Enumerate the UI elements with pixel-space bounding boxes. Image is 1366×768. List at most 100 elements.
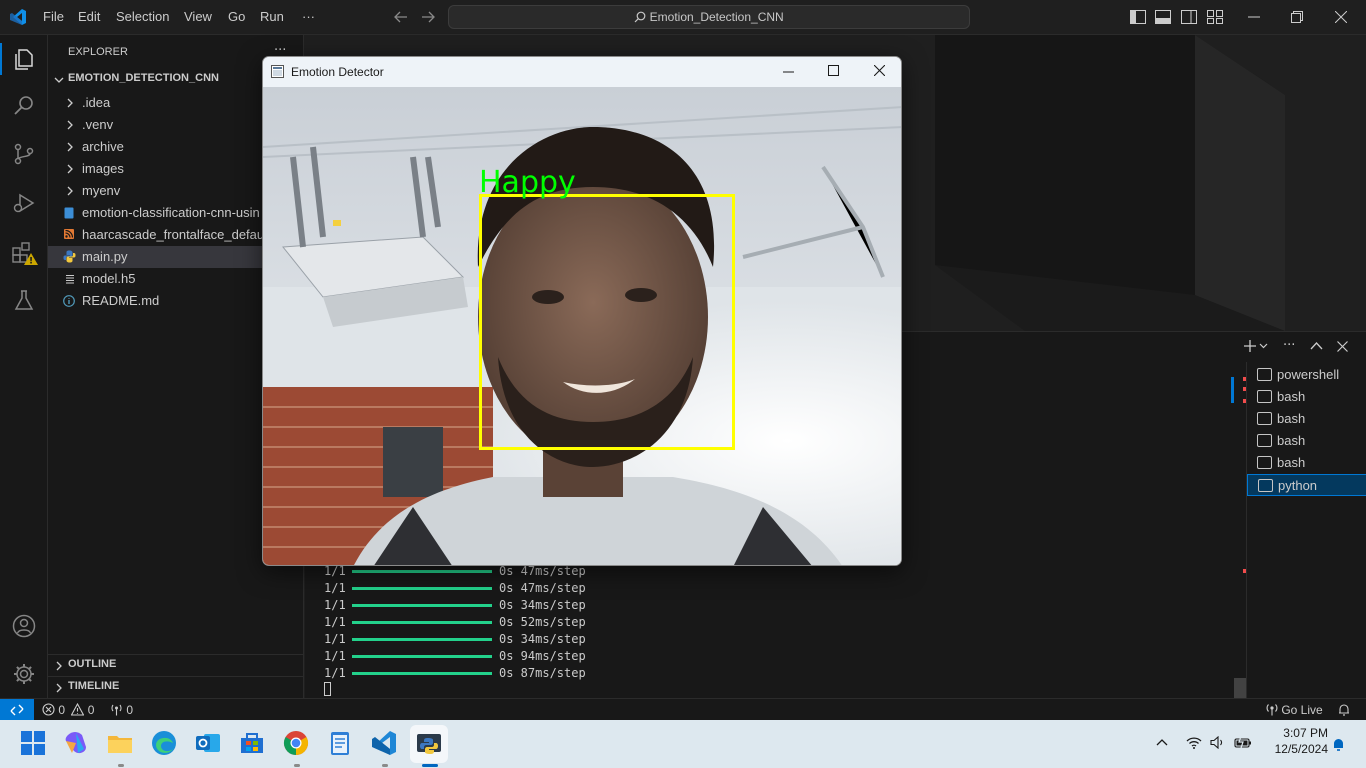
log-line: 1/1 0s 34ms/step: [324, 598, 586, 612]
testing-flask-icon[interactable]: [12, 288, 36, 312]
battery-icon[interactable]: [1234, 736, 1252, 749]
ports-count: 0: [126, 703, 134, 717]
edge-icon[interactable]: [150, 729, 180, 759]
timeline-section[interactable]: TIMELINE: [48, 676, 303, 698]
terminal-icon: [1257, 368, 1272, 381]
chevron-right-icon: [67, 186, 73, 196]
chevron-right-icon: [67, 120, 73, 130]
log-line: 1/1 0s 87ms/step: [324, 666, 586, 680]
clock-date: 12/5/2024: [1274, 742, 1328, 756]
chrome-icon[interactable]: [282, 729, 312, 759]
log-line: 1/1 0s 34ms/step: [324, 632, 586, 646]
webcam-feed: Happy: [263, 87, 901, 565]
search-label: Emotion_Detection_CNN: [649, 10, 784, 24]
chevron-right-icon: [67, 164, 73, 174]
menu-run[interactable]: Run: [260, 9, 284, 24]
emotion-label: Happy: [479, 165, 576, 200]
explorer-icon[interactable]: [12, 47, 36, 71]
search-icon[interactable]: [12, 93, 36, 117]
file-explorer-icon[interactable]: [106, 729, 136, 759]
window-titlebar[interactable]: Emotion Detector: [263, 57, 901, 87]
restore-icon[interactable]: [1291, 11, 1303, 23]
window-app-icon: [271, 65, 284, 78]
terminal-icon: [1258, 479, 1273, 492]
menu-go[interactable]: Go: [228, 9, 245, 24]
progress-bar: [352, 570, 492, 573]
terminal-tab-bash[interactable]: bash: [1247, 430, 1366, 452]
log-line: 1/1 0s 52ms/step: [324, 615, 586, 629]
remote-indicator-button[interactable]: [0, 699, 34, 721]
progress-bar: [352, 638, 492, 641]
toggle-sidebar-icon[interactable]: [1130, 10, 1146, 24]
extensions-icon[interactable]: !: [12, 240, 38, 266]
progress-bar: [352, 587, 492, 590]
menu-more[interactable]: ···: [302, 9, 315, 24]
terminal-tab-python[interactable]: python: [1247, 474, 1366, 496]
close-panel-icon[interactable]: [1337, 341, 1348, 352]
command-center-search[interactable]: Emotion_Detection_CNN: [448, 5, 970, 29]
tree-item-label: archive: [82, 139, 124, 154]
toggle-panel-icon[interactable]: [1155, 10, 1171, 24]
terminal-tab-bash[interactable]: bash: [1247, 408, 1366, 430]
account-icon[interactable]: [12, 614, 36, 638]
terminal-tab-powershell[interactable]: powershell: [1247, 364, 1366, 386]
running-indicator: [382, 764, 388, 767]
show-hidden-icons-chevron-up-icon[interactable]: [1156, 738, 1168, 746]
minimize-icon[interactable]: [1248, 16, 1260, 18]
window-close-icon[interactable]: [874, 65, 885, 76]
vscode-logo-icon: [9, 8, 27, 26]
error-circle-icon: [42, 703, 55, 716]
progress-bar: [352, 621, 492, 624]
emotion-detector-window: Emotion Detector Happy: [262, 56, 902, 566]
error-count: 0: [58, 703, 66, 717]
terminal-scrollbar-thumb[interactable]: [1234, 678, 1246, 698]
forward-arrow-icon[interactable]: [421, 10, 435, 24]
warning-count: 0: [87, 703, 95, 717]
terminal-tab-bash[interactable]: bash: [1247, 386, 1366, 408]
menu-file[interactable]: File: [43, 9, 64, 24]
settings-gear-icon[interactable]: [12, 662, 36, 686]
windows-start-icon[interactable]: [19, 729, 49, 759]
log-line: 1/1 0s 47ms/step: [324, 581, 586, 595]
python-app-icon[interactable]: [410, 725, 448, 763]
wifi-icon[interactable]: [1186, 736, 1202, 749]
go-live-button[interactable]: Go Live: [1266, 703, 1323, 717]
ports-indicator[interactable]: 0: [110, 703, 133, 717]
broadcast-icon: [1266, 704, 1278, 716]
menu-selection[interactable]: Selection: [116, 9, 169, 24]
notepad-icon[interactable]: [326, 729, 356, 759]
menu-edit[interactable]: Edit: [78, 9, 100, 24]
maximize-panel-chevron-up-icon[interactable]: [1310, 341, 1323, 350]
outlook-icon[interactable]: [194, 729, 224, 759]
terminal-tab-label: bash: [1277, 455, 1306, 470]
problems-indicator[interactable]: 0 0: [42, 703, 94, 717]
toggle-secondary-sidebar-icon[interactable]: [1181, 10, 1197, 24]
close-icon[interactable]: [1335, 11, 1347, 23]
menu-view[interactable]: View: [184, 9, 212, 24]
outline-section[interactable]: OUTLINE: [48, 654, 303, 676]
vscode-taskbar-icon[interactable]: [370, 729, 400, 759]
windows-taskbar: 3:07 PM 12/5/2024: [0, 720, 1366, 768]
activity-bar: !: [0, 35, 48, 698]
run-debug-icon[interactable]: [12, 191, 36, 215]
volume-icon[interactable]: [1210, 736, 1226, 749]
notification-bell-icon[interactable]: [1332, 737, 1345, 752]
window-minimize-icon[interactable]: [783, 71, 794, 73]
source-control-icon[interactable]: [12, 142, 36, 166]
system-clock[interactable]: 3:07 PM 12/5/2024: [1262, 725, 1328, 757]
terminal-tab-label: powershell: [1277, 367, 1340, 382]
tree-item-label: emotion-classification-cnn-usin: [82, 205, 260, 220]
copilot-icon[interactable]: [62, 729, 92, 759]
microsoft-store-icon[interactable]: [238, 729, 268, 759]
terminal-tabs-list: powershell bash bash bash bash python: [1246, 362, 1366, 698]
panel-more-icon[interactable]: ···: [1283, 338, 1295, 353]
notifications-bell-icon[interactable]: [1338, 703, 1350, 716]
terminal-tab-bash[interactable]: bash: [1247, 452, 1366, 474]
back-arrow-icon[interactable]: [394, 10, 408, 24]
window-maximize-icon[interactable]: [828, 65, 839, 76]
new-terminal-plus-icon[interactable]: [1243, 339, 1269, 353]
explorer-header: EXPLORER: [68, 46, 128, 58]
customize-layout-icon[interactable]: [1207, 10, 1223, 24]
chevron-right-icon: [67, 142, 73, 152]
log-line: 1/1 0s 94ms/step: [324, 649, 586, 663]
